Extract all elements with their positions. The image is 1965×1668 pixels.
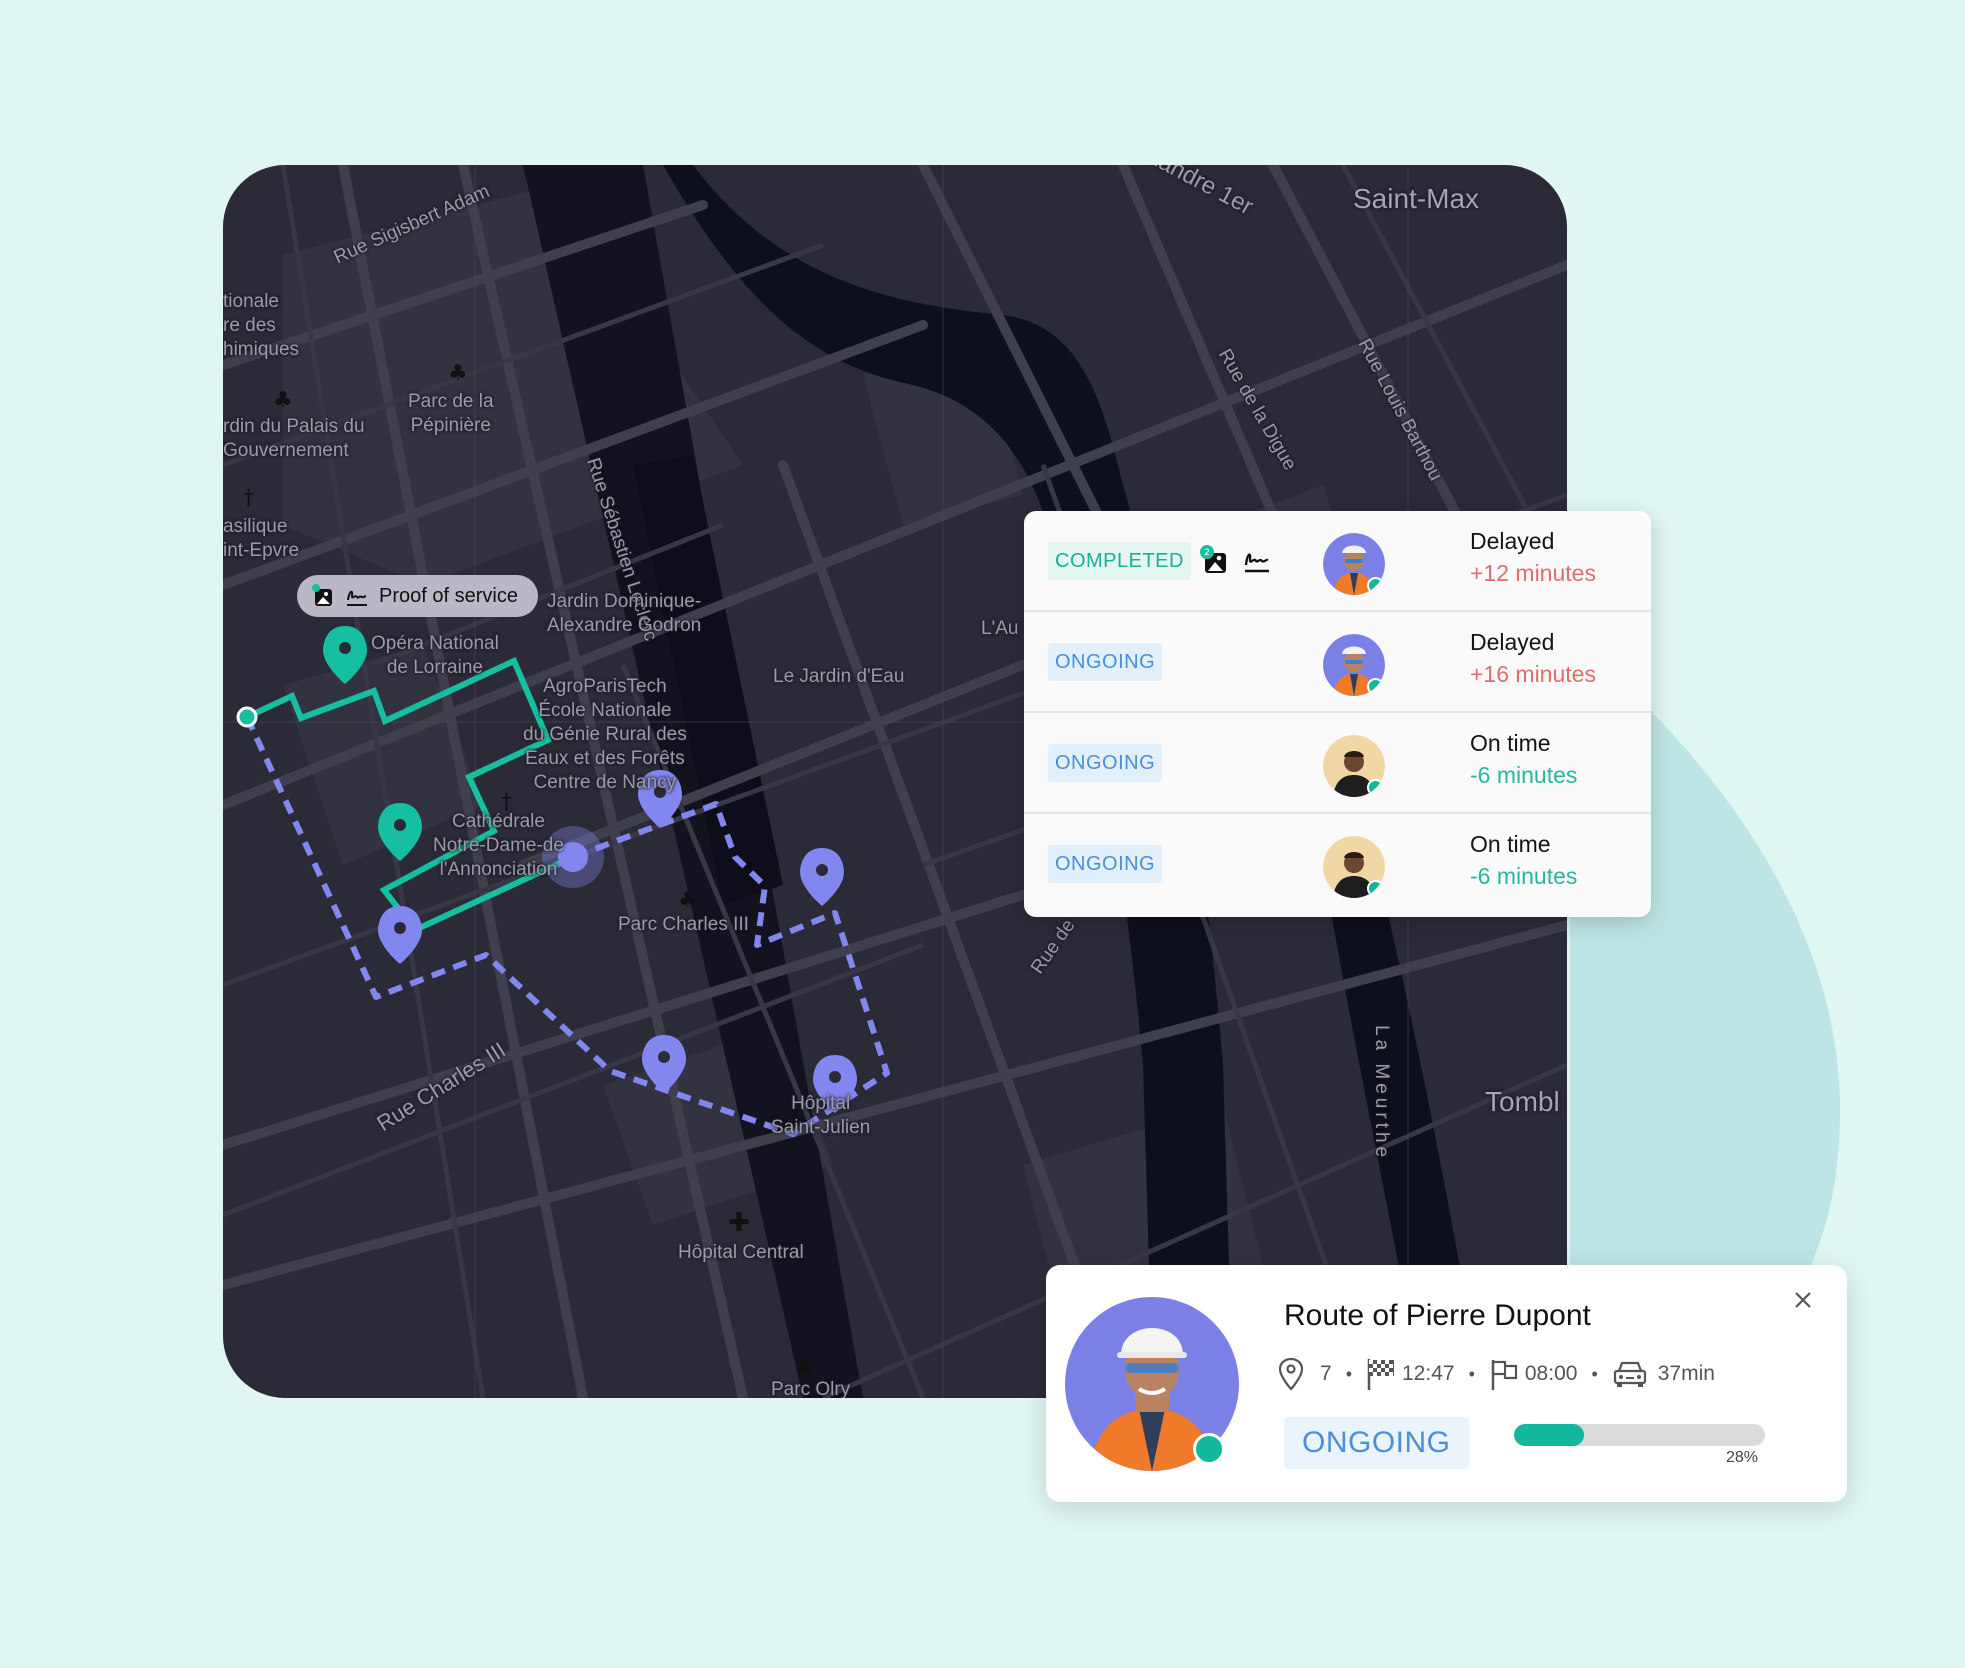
time-delta: +16 minutes — [1470, 661, 1596, 687]
online-indicator — [1367, 577, 1384, 594]
map-label-park: rdin du Palais du Gouvernement — [223, 416, 365, 461]
photo-count: 2 — [1204, 548, 1210, 558]
driver-avatar — [1323, 634, 1385, 696]
stop-status: Delayed +16 minutes — [1470, 626, 1596, 690]
route-title: Route of Pierre Dupont — [1284, 1299, 1591, 1332]
stops-count: 7 — [1320, 1362, 1332, 1385]
location-pin-icon — [1278, 1357, 1304, 1391]
map-label-park: Parc Olry — [771, 1379, 851, 1398]
photo-icon — [311, 584, 335, 608]
driver-avatar — [1323, 533, 1385, 595]
time-delta: +12 minutes — [1470, 560, 1596, 586]
map-label-church: asilique int-Epvre — [223, 516, 300, 561]
route-start-point[interactable] — [236, 706, 258, 728]
map-label-place: tionale re des himiques — [223, 291, 300, 360]
signature-icon — [345, 584, 369, 608]
start-flag-icon — [1491, 1360, 1517, 1390]
online-indicator — [1367, 880, 1384, 897]
status-label: On time — [1470, 730, 1551, 756]
status-badge: ONGOING — [1048, 845, 1163, 883]
map-label-place: L'Au — [981, 618, 1019, 639]
svg-text:✚: ✚ — [728, 1208, 750, 1238]
map-label-park: Le Jardin d'Eau — [773, 666, 905, 687]
stop-pin-completed-2[interactable] — [378, 803, 422, 861]
map-label-place: Opéra National de Lorraine — [371, 633, 499, 678]
map-label-park: Parc Charles III — [618, 914, 749, 935]
drive-duration: 37min — [1657, 1362, 1715, 1385]
stop-status: Delayed +12 minutes — [1470, 525, 1596, 589]
separator: • — [1345, 1363, 1352, 1384]
driver-avatar — [1323, 735, 1385, 797]
map-label-park: Parc de la Pépinière — [408, 391, 494, 436]
map-label-town: Saint-Max — [1353, 183, 1480, 214]
signature-icon[interactable] — [1242, 545, 1272, 580]
status-label: Delayed — [1470, 629, 1555, 655]
route-progress-bar — [1514, 1424, 1765, 1446]
status-badge: ONGOING — [1048, 643, 1163, 681]
route-summary-card: Route of Pierre Dupont 7 • 12:47 • 08:00… — [1046, 1265, 1847, 1502]
stop-status: On time -6 minutes — [1470, 828, 1577, 892]
status-label: On time — [1470, 831, 1551, 857]
stop-row[interactable]: ONGOING On time -6 minutes — [1024, 814, 1651, 915]
route-meta: 7 • 12:47 • 08:00 • 37min — [1276, 1357, 1715, 1391]
stop-row[interactable]: ONGOING Delayed +16 minutes — [1024, 612, 1651, 713]
start-time: 08:00 — [1524, 1362, 1578, 1385]
proof-of-service-pill[interactable]: Proof of service — [297, 575, 538, 617]
online-indicator — [1367, 779, 1384, 796]
proof-of-service-label: Proof of service — [379, 584, 518, 607]
close-button[interactable] — [1786, 1283, 1820, 1317]
car-icon — [1613, 1361, 1646, 1387]
stop-pin-1[interactable] — [378, 906, 422, 964]
map-label-hospital: Hôpital Saint-Julien — [771, 1093, 871, 1138]
svg-text:♣: ♣ — [448, 361, 468, 386]
close-icon — [1795, 1292, 1811, 1308]
separator: • — [1591, 1363, 1598, 1384]
online-indicator — [1193, 1433, 1225, 1465]
map-label-place: AgroParisTech École Nationale du Génie R… — [523, 676, 687, 793]
online-indicator — [1367, 678, 1384, 695]
photo-icon[interactable]: 2 — [1200, 545, 1230, 580]
stop-row[interactable]: ONGOING On time -6 minutes — [1024, 713, 1651, 814]
svg-text:†: † — [243, 486, 254, 511]
map-label-hospital: Hôpital Central — [678, 1242, 804, 1263]
svg-text:♣: ♣ — [273, 388, 293, 413]
proof-icons[interactable]: 2 — [1200, 545, 1272, 580]
stop-pin-3[interactable] — [800, 848, 844, 906]
status-badge: ONGOING — [1048, 744, 1163, 782]
end-time: 12:47 — [1402, 1362, 1455, 1385]
driver-avatar-large — [1065, 1297, 1239, 1471]
svg-text:♣: ♣ — [678, 888, 698, 913]
map-label-church: Cathédrale Notre-Dame-de l'Annonciation — [433, 811, 564, 880]
driver-avatar — [1323, 836, 1385, 898]
checkered-flag-icon — [1367, 1359, 1394, 1390]
stops-status-panel: COMPLETED 2 Delayed +12 minutes ONGOING … — [1024, 511, 1651, 917]
time-delta: -6 minutes — [1470, 863, 1578, 889]
route-status-badge: ONGOING — [1284, 1417, 1469, 1469]
route-progress-fill — [1514, 1424, 1585, 1446]
status-badge: COMPLETED — [1048, 542, 1191, 580]
route-progress-label: 28% — [1726, 1449, 1759, 1466]
separator: • — [1468, 1363, 1475, 1384]
map-label-river: La Meurthe — [1371, 1025, 1392, 1162]
status-label: Delayed — [1470, 528, 1555, 554]
map-label-town: Tombl — [1485, 1086, 1560, 1117]
stop-status: On time -6 minutes — [1470, 727, 1577, 791]
stop-row[interactable]: COMPLETED 2 Delayed +12 minutes — [1024, 511, 1651, 612]
map-label-park: Jardin Dominique- Alexandre Godron — [547, 591, 702, 636]
time-delta: -6 minutes — [1470, 762, 1578, 788]
